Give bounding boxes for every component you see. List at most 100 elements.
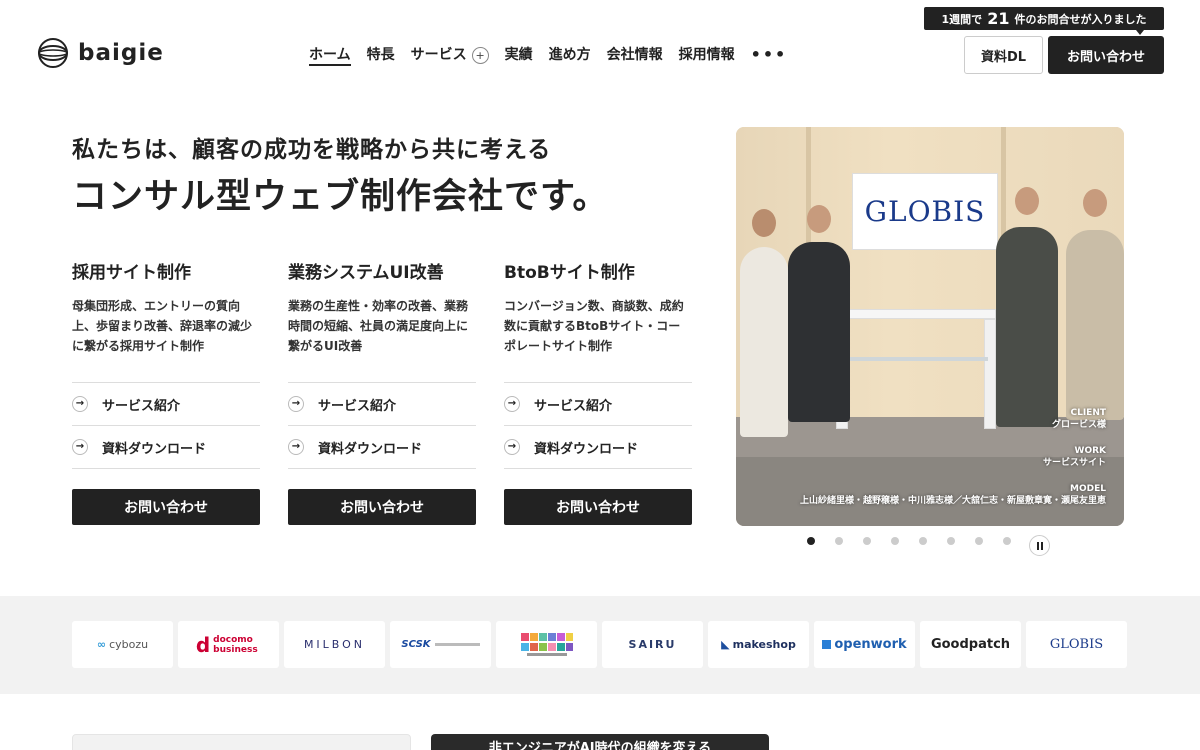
- carousel-pause-button[interactable]: [1029, 535, 1050, 556]
- document-download-link[interactable]: → 資料ダウンロード: [504, 426, 692, 469]
- notice-suffix: 件のお問合せが入りました: [1014, 12, 1147, 26]
- photo-person-head: [807, 205, 831, 233]
- link-label: サービス紹介: [318, 398, 397, 414]
- docomo-mark-icon: d: [195, 632, 211, 657]
- client-logo-text: openwork: [834, 637, 907, 652]
- carousel-dot[interactable]: [1003, 537, 1011, 545]
- carousel-dot[interactable]: [891, 537, 899, 545]
- client-logo-globis: GLOBIS: [1026, 621, 1127, 668]
- link-label: 資料ダウンロード: [534, 441, 639, 457]
- client-logo-colorful: [496, 621, 597, 668]
- client-logo-makeshop: ◣ makeshop: [708, 621, 809, 668]
- service-title: BtoBサイト制作: [504, 263, 635, 283]
- article-card[interactable]: [72, 734, 411, 750]
- article-card-title: 非エンジニアがAI時代の組織を変える: [488, 741, 712, 750]
- service-btob-site: BtoBサイト制作 コンバージョン数、商談数、成約数に貢献するBtoBサイト・コ…: [504, 258, 692, 525]
- logo-text: baigie: [78, 40, 164, 66]
- client-logo-text: cybozu: [109, 638, 149, 651]
- pause-icon: [1036, 541, 1039, 550]
- notice-prefix: 1週間で: [941, 12, 983, 26]
- hero-slide-image[interactable]: GLOBIS CLIENT グロービス様 WORK サービスサイト MODEL …: [736, 127, 1124, 526]
- nav-item-services[interactable]: サービス +: [411, 44, 489, 66]
- inquiry-notice-badge: 1週間で 21 件のお問合せが入りました: [924, 7, 1164, 30]
- photo-person: [740, 247, 788, 437]
- cybozu-mark-icon: ∞: [96, 638, 107, 651]
- carousel-dot[interactable]: [863, 537, 871, 545]
- scsk-tagline-mark: [434, 643, 480, 646]
- service-title: 採用サイト制作: [72, 263, 191, 283]
- article-card-dark[interactable]: 非エンジニアがAI時代の組織を変える: [431, 734, 769, 750]
- client-logo-openwork: openwork: [814, 621, 915, 668]
- photo-table-leg: [984, 319, 996, 429]
- service-links: → サービス紹介 → 資料ダウンロード: [504, 382, 692, 469]
- photo-person-head: [752, 209, 776, 237]
- caption-label: MODEL: [1070, 484, 1106, 494]
- nav-item-recruit[interactable]: 採用情報: [679, 44, 735, 66]
- slide-model-caption: MODEL 上山紗緒里様・越野穣様・中川雅志様／大舘仁志・新屋敷章寛・瀬尾友里恵: [800, 483, 1106, 507]
- nav-item-features[interactable]: 特長: [367, 44, 395, 66]
- photo-person: [788, 242, 850, 422]
- service-description: コンバージョン数、商談数、成約数に貢献するBtoBサイト・コーポレートサイト制作: [504, 299, 684, 353]
- link-label: サービス紹介: [102, 398, 181, 414]
- arrow-right-icon: →: [288, 439, 304, 455]
- arrow-right-icon: →: [72, 439, 88, 455]
- photo-shelf: [848, 357, 988, 361]
- hero-title: コンサル型ウェブ制作会社です。: [72, 177, 609, 217]
- download-button[interactable]: 資料DL: [964, 36, 1043, 74]
- arrow-right-icon: →: [288, 396, 304, 412]
- logo[interactable]: baigie: [36, 36, 164, 70]
- baigie-logo-mark-icon: [38, 38, 68, 68]
- service-intro-link[interactable]: → サービス紹介: [504, 383, 692, 426]
- service-intro-link[interactable]: → サービス紹介: [288, 383, 476, 426]
- more-menu-icon[interactable]: •••: [751, 44, 788, 66]
- photo-person: [1066, 230, 1124, 420]
- colorful-grid-logo-icon: [520, 632, 573, 656]
- slide-client-caption: CLIENT グロービス様: [1052, 407, 1106, 431]
- client-logo-cybozu: ∞ cybozu: [72, 621, 173, 668]
- carousel-dot[interactable]: [975, 537, 983, 545]
- pause-icon: [1040, 541, 1043, 550]
- client-logo-milbon: MILBON: [284, 621, 385, 668]
- carousel-dot[interactable]: [947, 537, 955, 545]
- main-nav: ホーム 特長 サービス + 実績 進め方 会社情報 採用情報 •••: [309, 44, 787, 66]
- carousel-dot[interactable]: [919, 537, 927, 545]
- service-contact-button[interactable]: お問い合わせ: [288, 489, 476, 525]
- service-contact-button[interactable]: お問い合わせ: [504, 489, 692, 525]
- site-header: baigie ホーム 特長 サービス + 実績 進め方 会社情報 採用情報 ••…: [0, 0, 1200, 110]
- notice-count: 21: [987, 9, 1010, 28]
- service-intro-link[interactable]: → サービス紹介: [72, 383, 260, 426]
- nav-item-company[interactable]: 会社情報: [607, 44, 663, 66]
- contact-button[interactable]: お問い合わせ: [1048, 36, 1164, 74]
- service-links: → サービス紹介 → 資料ダウンロード: [72, 382, 260, 469]
- carousel-dot[interactable]: [807, 537, 815, 545]
- service-business-ui: 業務システムUI改善 業務の生産性・効率の改善、業務時間の短縮、社員の満足度向上…: [288, 258, 476, 525]
- arrow-right-icon: →: [72, 396, 88, 412]
- service-contact-button[interactable]: お問い合わせ: [72, 489, 260, 525]
- client-logo-text: makeshop: [732, 638, 796, 651]
- nav-item-services-label: サービス: [410, 47, 467, 63]
- document-download-link[interactable]: → 資料ダウンロード: [288, 426, 476, 469]
- client-logo-text: SCSK: [401, 639, 431, 650]
- notice-pointer: [1136, 30, 1144, 35]
- document-download-link[interactable]: → 資料ダウンロード: [72, 426, 260, 469]
- service-description: 業務の生産性・効率の改善、業務時間の短縮、社員の満足度向上に繋がるUI改善: [288, 299, 469, 353]
- photo-sign-text: GLOBIS: [864, 195, 986, 228]
- carousel-dot[interactable]: [835, 537, 843, 545]
- plus-icon[interactable]: +: [471, 46, 489, 64]
- link-label: 資料ダウンロード: [102, 441, 207, 457]
- hero-subtitle: 私たちは、顧客の成功を戦略から共に考える: [72, 137, 552, 163]
- service-links: → サービス紹介 → 資料ダウンロード: [288, 382, 476, 469]
- caption-value: 上山紗緒里様・越野穣様・中川雅志様／大舘仁志・新屋敷章寛・瀬尾友里恵: [799, 496, 1106, 506]
- carousel-indicators: [807, 537, 1011, 545]
- nav-item-home[interactable]: ホーム: [309, 44, 351, 66]
- photo-person-head: [1015, 187, 1039, 215]
- client-logo-goodpatch: Goodpatch: [920, 621, 1021, 668]
- client-logo-sairu: SAIRU: [602, 621, 703, 668]
- photo-sign: GLOBIS: [852, 173, 998, 250]
- client-logo-scsk: SCSK: [390, 621, 491, 668]
- client-logo-band: ∞ cybozu d docomo business MILBON SCSK S…: [0, 596, 1200, 694]
- nav-item-process[interactable]: 進め方: [549, 44, 591, 66]
- photo-person: [996, 227, 1058, 427]
- client-logo-text: docomo business: [213, 634, 258, 655]
- nav-item-works[interactable]: 実績: [505, 44, 533, 66]
